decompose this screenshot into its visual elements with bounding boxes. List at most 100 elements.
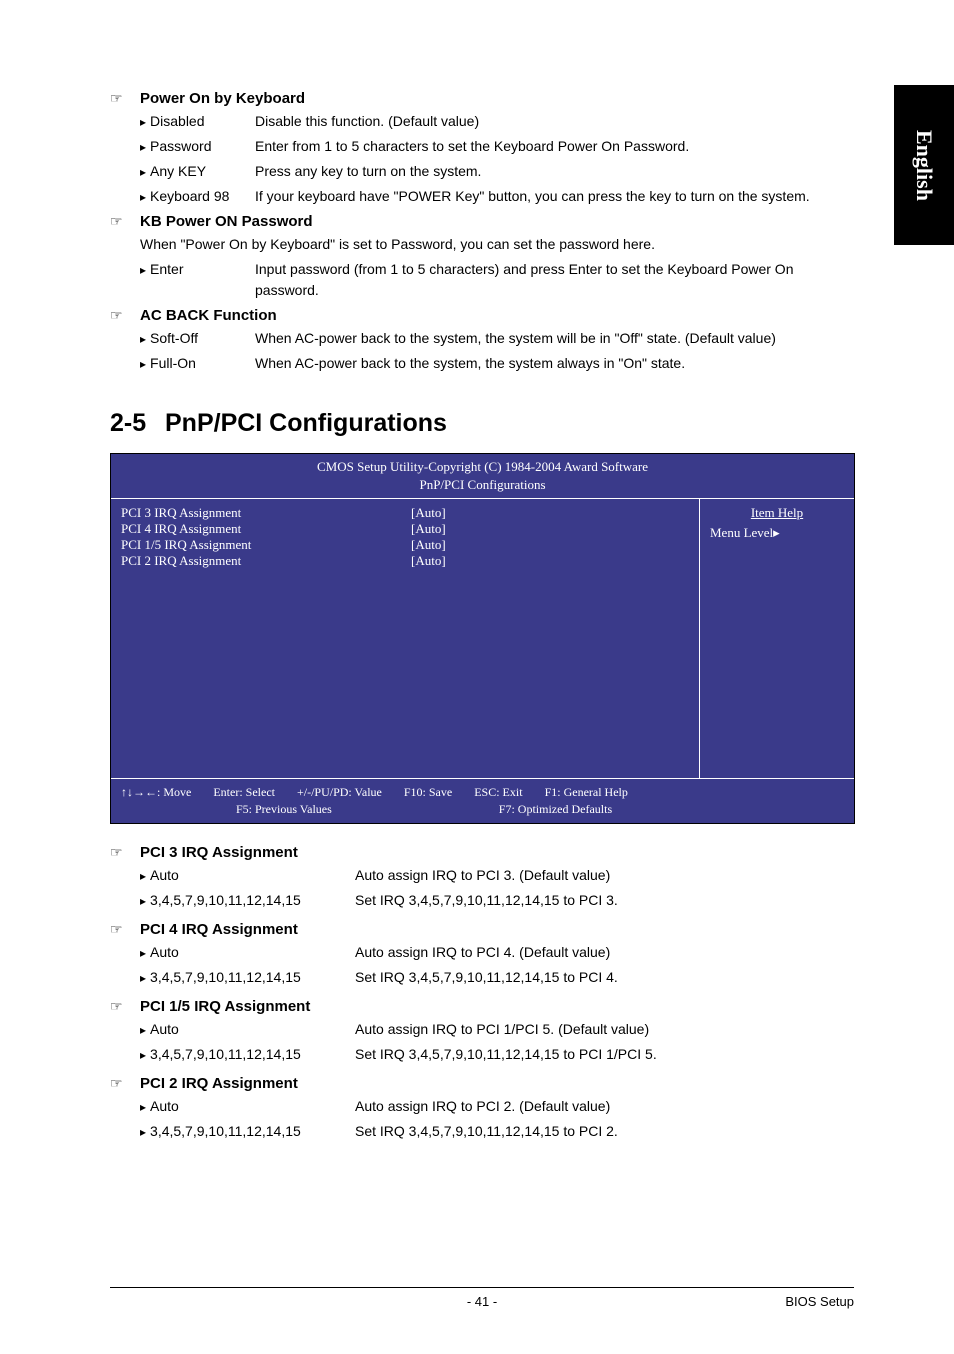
option-label: Auto	[150, 942, 179, 963]
bullet-icon: ▸	[140, 355, 146, 373]
option-row: ▸Enter Input password (from 1 to 5 chara…	[140, 259, 855, 301]
option-label: Auto	[150, 865, 179, 886]
section-name: PnP/PCI Configurations	[165, 409, 447, 437]
bios-setting-value: [Auto]	[411, 521, 446, 537]
bios-key-f10: F10: Save	[404, 785, 452, 800]
option-label: Full-On	[150, 353, 196, 374]
option-row: ▸Any KEY Press any key to turn on the sy…	[140, 161, 855, 182]
bios-footer: ↑↓→←: Move Enter: Select +/-/PU/PD: Valu…	[111, 778, 854, 823]
option-desc: Auto assign IRQ to PCI 4. (Default value…	[355, 942, 610, 963]
bios-key-f7: F7: Optimized Defaults	[499, 802, 612, 817]
section-number: 2-5	[110, 409, 165, 438]
bios-key-f5: F5: Previous Values	[236, 802, 332, 817]
bios-key-f1: F1: General Help	[545, 785, 628, 800]
bullet-icon: ▸	[140, 1046, 146, 1064]
pointer-icon: ☞	[110, 844, 140, 861]
option-desc: Press any key to turn on the system.	[255, 161, 855, 182]
option-desc: If your keyboard have "POWER Key" button…	[255, 186, 855, 207]
bullet-icon: ▸	[140, 163, 146, 181]
pci15-irq-block: ☞PCI 1/5 IRQ Assignment ▸Auto Auto assign…	[110, 998, 855, 1065]
option-desc: Input password (from 1 to 5 characters) …	[255, 259, 855, 301]
bullet-icon: ▸	[140, 188, 146, 206]
pci4-irq-block: ☞PCI 4 IRQ Assignment ▸Auto Auto assign I…	[110, 921, 855, 988]
option-desc: Auto assign IRQ to PCI 3. (Default value…	[355, 865, 610, 886]
bullet-icon: ▸	[140, 969, 146, 987]
bios-setting-label: PCI 1/5 IRQ Assignment	[121, 537, 411, 553]
bullet-icon: ▸	[140, 138, 146, 156]
pointer-icon: ☞	[110, 1075, 140, 1092]
option-label: Disabled	[150, 111, 204, 132]
item-title: AC BACK Function	[140, 307, 277, 324]
option-label: 3,4,5,7,9,10,11,12,14,15	[150, 1121, 301, 1142]
footer-section: BIOS Setup	[785, 1294, 854, 1309]
bios-setting-value: [Auto]	[411, 537, 446, 553]
item-title: PCI 2 IRQ Assignment	[140, 1075, 298, 1092]
bullet-icon: ▸	[140, 113, 146, 131]
option-desc: Disable this function. (Default value)	[255, 111, 855, 132]
option-desc: Auto assign IRQ to PCI 2. (Default value…	[355, 1096, 610, 1117]
item-note: When "Power On by Keyboard" is set to Pa…	[140, 234, 855, 255]
bios-settings-panel: PCI 3 IRQ Assignment[Auto] PCI 4 IRQ Ass…	[111, 498, 699, 778]
arrow-icon: ▸	[773, 525, 780, 540]
option-label: Auto	[150, 1096, 179, 1117]
pointer-icon: ☞	[110, 213, 140, 230]
option-row: ▸Soft-Off When AC-power back to the syst…	[140, 328, 855, 349]
option-label: Auto	[150, 1019, 179, 1040]
pointer-icon: ☞	[110, 307, 140, 324]
bios-header: CMOS Setup Utility-Copyright (C) 1984-20…	[111, 454, 854, 498]
option-desc: Set IRQ 3,4,5,7,9,10,11,12,14,15 to PCI …	[355, 1044, 657, 1065]
item-power-on-keyboard: ☞ Power On by Keyboard ▸Disabled Disable…	[110, 90, 855, 207]
option-desc: When AC-power back to the system, the sy…	[255, 328, 855, 349]
option-label: Any KEY	[150, 161, 206, 182]
option-label: 3,4,5,7,9,10,11,12,14,15	[150, 967, 301, 988]
bios-key-move: ↑↓→←: Move	[121, 785, 191, 800]
option-label: 3,4,5,7,9,10,11,12,14,15	[150, 890, 301, 911]
bios-setting-label: PCI 4 IRQ Assignment	[121, 521, 411, 537]
bullet-icon: ▸	[140, 892, 146, 910]
item-kb-power-password: ☞ KB Power ON Password When "Power On by…	[110, 213, 855, 301]
page-number: - 41 -	[467, 1294, 497, 1309]
option-desc: Auto assign IRQ to PCI 1/PCI 5. (Default…	[355, 1019, 649, 1040]
language-tab: English	[894, 85, 954, 245]
option-label: Enter	[150, 259, 183, 280]
option-label: Password	[150, 136, 211, 157]
option-desc: Set IRQ 3,4,5,7,9,10,11,12,14,15 to PCI …	[355, 890, 618, 911]
pci2-irq-block: ☞PCI 2 IRQ Assignment ▸AutoAuto assign I…	[110, 1075, 855, 1142]
bios-key-pupd: +/-/PU/PD: Value	[297, 785, 382, 800]
item-title: KB Power ON Password	[140, 213, 313, 230]
section-heading: 2-5PnP/PCI Configurations	[110, 409, 855, 438]
bullet-icon: ▸	[140, 330, 146, 348]
bios-setting-value: [Auto]	[411, 553, 446, 569]
option-label: 3,4,5,7,9,10,11,12,14,15	[150, 1044, 301, 1065]
option-row: ▸Password Enter from 1 to 5 characters t…	[140, 136, 855, 157]
bios-setting-label: PCI 3 IRQ Assignment	[121, 505, 411, 521]
option-desc: Set IRQ 3,4,5,7,9,10,11,12,14,15 to PCI …	[355, 1121, 618, 1142]
option-desc: When AC-power back to the system, the sy…	[255, 353, 855, 374]
option-label: Soft-Off	[150, 328, 198, 349]
bios-help-title: Item Help	[710, 505, 844, 521]
item-title: PCI 1/5 IRQ Assignment	[140, 998, 310, 1015]
option-label: Keyboard 98	[150, 186, 229, 207]
pci3-irq-block: ☞PCI 3 IRQ Assignment ▸Auto Auto assign I…	[110, 844, 855, 911]
pointer-icon: ☞	[110, 921, 140, 938]
page-content: ☞ Power On by Keyboard ▸Disabled Disable…	[110, 90, 855, 1142]
item-ac-back: ☞ AC BACK Function ▸Soft-Off When AC-pow…	[110, 307, 855, 374]
bios-header-line2: PnP/PCI Configurations	[111, 476, 854, 494]
bios-header-line1: CMOS Setup Utility-Copyright (C) 1984-20…	[111, 458, 854, 476]
bullet-icon: ▸	[140, 867, 146, 885]
bios-key-esc: ESC: Exit	[474, 785, 522, 800]
item-title: PCI 3 IRQ Assignment	[140, 844, 298, 861]
item-title: PCI 4 IRQ Assignment	[140, 921, 298, 938]
pointer-icon: ☞	[110, 998, 140, 1015]
bios-key-enter: Enter: Select	[213, 785, 275, 800]
option-row: ▸Keyboard 98 If your keyboard have "POWE…	[140, 186, 855, 207]
bios-setting-value: [Auto]	[411, 505, 446, 521]
bios-screen: CMOS Setup Utility-Copyright (C) 1984-20…	[110, 453, 855, 824]
option-row: ▸Full-On When AC-power back to the syste…	[140, 353, 855, 374]
bios-setting-label: PCI 2 IRQ Assignment	[121, 553, 411, 569]
item-title: Power On by Keyboard	[140, 90, 305, 107]
option-desc: Set IRQ 3,4,5,7,9,10,11,12,14,15 to PCI …	[355, 967, 618, 988]
bios-menu-level: Menu Level	[710, 525, 773, 540]
pointer-icon: ☞	[110, 90, 140, 107]
bullet-icon: ▸	[140, 944, 146, 962]
